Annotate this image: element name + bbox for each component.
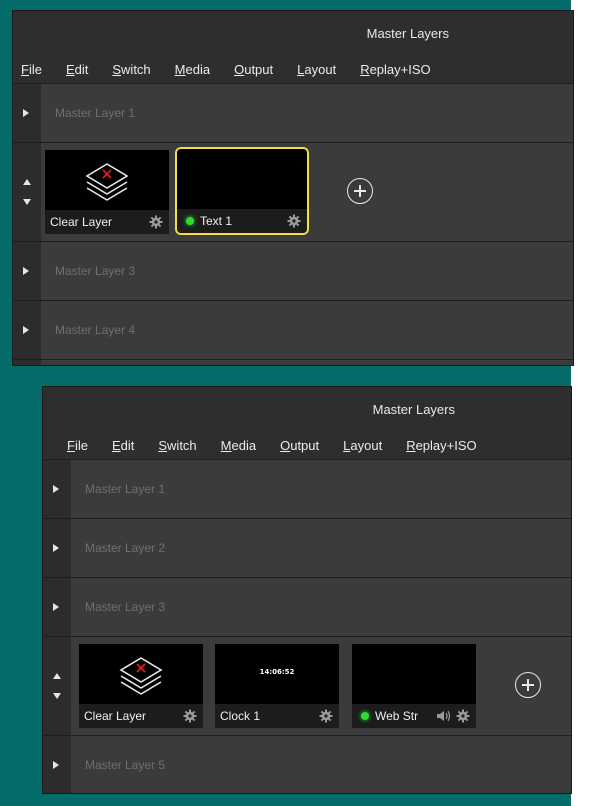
expand-arrow-icon[interactable]	[23, 109, 29, 117]
layer-gutter	[43, 736, 71, 793]
master-layer-row[interactable]: Master Layer 1	[43, 459, 571, 518]
input-preview	[45, 150, 169, 210]
master-layer-row-expanded[interactable]: Clear Layer 14:06:52 Clock 1 Web Str	[43, 636, 571, 735]
menu-switch[interactable]: Switch	[112, 62, 150, 77]
expand-arrow-icon[interactable]	[23, 326, 29, 334]
menu-bar: File Edit Switch Media Output Layout Rep…	[43, 431, 571, 459]
input-label: Clear Layer	[50, 215, 113, 229]
layer-gutter	[43, 460, 71, 518]
input-preview	[352, 644, 476, 704]
layer-gutter	[13, 242, 41, 300]
expand-arrow-icon[interactable]	[53, 603, 59, 611]
input-footer: Web Str	[352, 704, 476, 728]
window-title: Master Layers	[366, 25, 449, 41]
layer-gutter	[13, 143, 41, 241]
input-label: Text 1	[200, 214, 233, 228]
input-preview	[79, 644, 203, 704]
layer-name: Master Layer 3	[55, 264, 136, 278]
layer-name: Master Layer 4	[55, 323, 136, 337]
menu-replay-iso[interactable]: Replay+ISO	[406, 438, 476, 453]
input-tile-web-stream[interactable]: Web Str	[352, 644, 476, 728]
clock-preview-text: 14:06:52	[259, 668, 295, 676]
layer-name: Master Layer 3	[85, 600, 166, 614]
layer-gutter	[43, 519, 71, 577]
layer-name: Master Layer 1	[55, 106, 136, 120]
master-layer-row-expanded[interactable]: Clear Layer Text 1	[13, 142, 573, 241]
menu-layout[interactable]: Layout	[343, 438, 382, 453]
live-indicator-dot	[361, 712, 369, 720]
layer-list: Master Layer 1 Master Layer 2 Master Lay…	[43, 459, 571, 793]
add-input-button[interactable]	[347, 178, 373, 204]
master-layer-row-partial	[13, 359, 573, 365]
layer-name: Master Layer 5	[85, 758, 166, 772]
menu-file[interactable]: File	[67, 438, 88, 453]
layer-gutter	[13, 84, 41, 142]
gear-icon[interactable]	[149, 215, 163, 229]
gear-icon[interactable]	[183, 709, 197, 723]
master-layer-row[interactable]: Master Layer 2	[43, 518, 571, 577]
menu-edit[interactable]: Edit	[66, 62, 88, 77]
live-indicator-dot	[186, 217, 194, 225]
clear-layer-icon	[119, 657, 163, 695]
menu-media[interactable]: Media	[175, 62, 210, 77]
input-preview	[177, 149, 307, 209]
master-layer-row[interactable]: Master Layer 3	[43, 577, 571, 636]
menu-replay-iso[interactable]: Replay+ISO	[360, 62, 430, 77]
input-footer: Text 1	[177, 209, 307, 233]
move-layer-up-icon[interactable]	[23, 179, 31, 185]
window-title-bar[interactable]: Master Layers	[43, 387, 571, 431]
gear-icon[interactable]	[287, 214, 301, 228]
input-preview: 14:06:52	[215, 644, 339, 704]
layer-gutter	[43, 578, 71, 636]
master-layer-row[interactable]: Master Layer 3	[13, 241, 573, 300]
layer-list: Master Layer 1 Clear Layer Text 1 Master…	[13, 83, 573, 365]
expand-arrow-icon[interactable]	[23, 267, 29, 275]
menu-output[interactable]: Output	[234, 62, 273, 77]
expand-arrow-icon[interactable]	[53, 761, 59, 769]
master-layer-row[interactable]: Master Layer 4	[13, 300, 573, 359]
input-tile-clock[interactable]: 14:06:52 Clock 1	[215, 644, 339, 728]
gear-icon[interactable]	[319, 709, 333, 723]
layer-gutter	[43, 637, 71, 735]
clear-layer-icon	[85, 163, 129, 201]
menu-file[interactable]: File	[21, 62, 42, 77]
layer-gutter	[13, 301, 41, 359]
input-tile-text[interactable]: Text 1	[175, 147, 309, 235]
menu-output[interactable]: Output	[280, 438, 319, 453]
input-footer: Clock 1	[215, 704, 339, 728]
master-layer-row[interactable]: Master Layer 5	[43, 735, 571, 793]
layer-body	[41, 360, 573, 365]
input-label: Web Str	[375, 709, 419, 723]
layer-name: Master Layer 1	[85, 482, 166, 496]
input-footer: Clear Layer	[79, 704, 203, 728]
move-layer-down-icon[interactable]	[23, 199, 31, 205]
input-tile-clear-layer[interactable]: Clear Layer	[45, 150, 169, 234]
master-layers-panel-bottom: Master Layers File Edit Switch Media Out…	[42, 386, 572, 794]
menu-switch[interactable]: Switch	[158, 438, 196, 453]
master-layer-row[interactable]: Master Layer 1	[13, 83, 573, 142]
menu-media[interactable]: Media	[221, 438, 256, 453]
add-input-button[interactable]	[515, 672, 541, 698]
input-label: Clear Layer	[84, 709, 147, 723]
input-tile-clear-layer[interactable]: Clear Layer	[79, 644, 203, 728]
master-layers-panel-top: Master Layers File Edit Switch Media Out…	[12, 10, 574, 366]
menu-bar: File Edit Switch Media Output Layout Rep…	[13, 55, 573, 83]
input-label: Clock 1	[220, 709, 261, 723]
menu-edit[interactable]: Edit	[112, 438, 134, 453]
input-footer: Clear Layer	[45, 210, 169, 234]
move-layer-up-icon[interactable]	[53, 673, 61, 679]
speaker-icon[interactable]	[436, 709, 452, 723]
window-title-bar[interactable]: Master Layers	[13, 11, 573, 55]
expand-arrow-icon[interactable]	[53, 485, 59, 493]
layer-gutter	[13, 360, 41, 365]
window-title: Master Layers	[372, 401, 455, 417]
gear-icon[interactable]	[456, 709, 470, 723]
layer-name: Master Layer 2	[85, 541, 166, 555]
move-layer-down-icon[interactable]	[53, 693, 61, 699]
menu-layout[interactable]: Layout	[297, 62, 336, 77]
expand-arrow-icon[interactable]	[53, 544, 59, 552]
